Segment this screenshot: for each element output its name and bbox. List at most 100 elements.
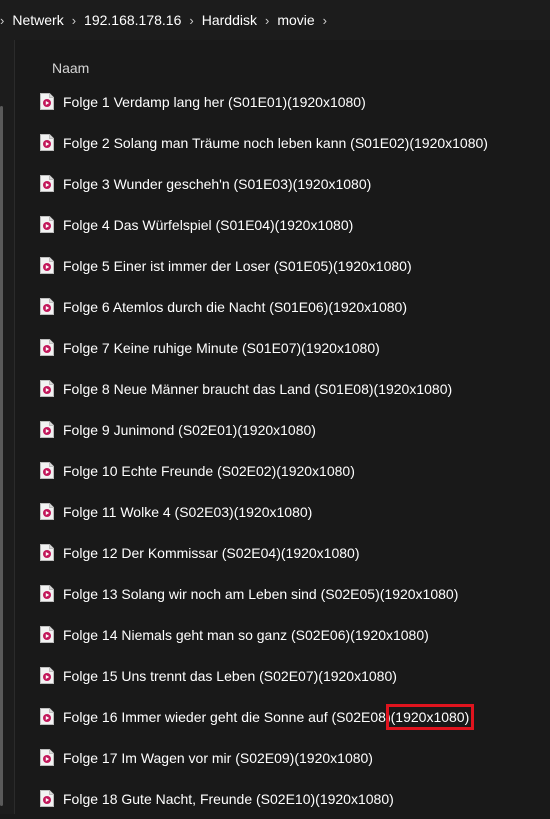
file-name: Folge 6 Atemlos durch die Nacht (S01E06)… <box>63 299 407 315</box>
file-title: Folge 14 Niemals geht man so ganz (S02E0… <box>63 626 351 643</box>
file-row[interactable]: Folge 8 Neue Männer braucht das Land (S0… <box>15 368 550 409</box>
file-title: Folge 18 Gute Nacht, Freunde (S02E10) <box>63 790 316 807</box>
file-title: Folge 16 Immer wieder geht die Sonne auf… <box>63 708 391 725</box>
file-name: Folge 5 Einer ist immer der Loser (S01E0… <box>63 258 412 274</box>
file-name: Folge 15 Uns trennt das Leben (S02E07)(1… <box>63 668 397 684</box>
file-resolution: (1920x1080) <box>318 667 397 684</box>
file-resolution: (1920x1080) <box>280 544 360 561</box>
file-title: Folge 5 Einer ist immer der Loser (S01E0… <box>63 257 333 274</box>
video-file-icon <box>40 93 54 110</box>
column-header-name[interactable]: Naam <box>52 60 89 76</box>
file-list: Folge 1 Verdamp lang her (S01E01)(1920x1… <box>15 81 550 819</box>
video-file-icon <box>40 216 54 233</box>
file-title: Folge 9 Junimond (S02E01) <box>63 421 238 438</box>
file-title: Folge 13 Solang wir noch am Leben sind (… <box>63 585 380 602</box>
breadcrumb-item-netwerk[interactable]: Netwerk <box>12 12 63 28</box>
video-file-icon <box>40 544 54 561</box>
file-title: Folge 8 Neue Männer braucht das Land (S0… <box>63 380 374 397</box>
file-resolution-highlighted: (1920x1080) <box>385 703 475 730</box>
video-file-icon <box>40 134 54 151</box>
video-file-icon <box>40 421 54 438</box>
file-resolution: (1920x1080) <box>373 380 453 397</box>
file-resolution: (1920x1080) <box>301 339 380 356</box>
video-file-icon <box>40 503 54 520</box>
video-file-icon <box>40 667 54 684</box>
file-name: Folge 7 Keine ruhige Minute (S01E07)(192… <box>63 340 380 356</box>
chevron-right-icon[interactable]: › <box>72 13 76 28</box>
navigation-pane <box>0 40 14 814</box>
file-title: Folge 10 Echte Freunde (S02E02) <box>63 462 277 479</box>
file-resolution: (1920x1080) <box>328 298 407 315</box>
file-row[interactable]: Folge 1 Verdamp lang her (S01E01)(1920x1… <box>15 81 550 122</box>
chevron-right-icon[interactable]: › <box>0 13 4 28</box>
file-title: Folge 15 Uns trennt das Leben (S02E07) <box>63 667 319 684</box>
video-file-icon <box>40 790 54 807</box>
breadcrumb-item-harddisk[interactable]: Harddisk <box>202 12 257 28</box>
file-name: Folge 18 Gute Nacht, Freunde (S02E10)(19… <box>63 791 394 807</box>
file-row[interactable]: Folge 7 Keine ruhige Minute (S01E07)(192… <box>15 327 550 368</box>
file-resolution: (1920x1080) <box>292 175 372 192</box>
file-resolution: (1920x1080) <box>233 503 313 520</box>
file-row[interactable]: Folge 9 Junimond (S02E01)(1920x1080) <box>15 409 550 450</box>
file-name: Folge 2 Solang man Träume noch leben kan… <box>63 135 488 151</box>
file-row[interactable]: Folge 10 Echte Freunde (S02E02)(1920x108… <box>15 450 550 491</box>
file-title: Folge 2 Solang man Träume noch leben kan… <box>63 134 410 151</box>
file-name: Folge 10 Echte Freunde (S02E02)(1920x108… <box>63 463 355 479</box>
file-title: Folge 17 Im Wagen vor mir (S02E09) <box>63 749 295 766</box>
file-name: Folge 16 Immer wieder geht die Sonne auf… <box>63 703 475 730</box>
file-row[interactable]: Folge 13 Solang wir noch am Leben sind (… <box>15 573 550 614</box>
file-name: Folge 3 Wunder gescheh'n (S01E03)(1920x1… <box>63 176 371 192</box>
file-row[interactable]: Folge 3 Wunder gescheh'n (S01E03)(1920x1… <box>15 163 550 204</box>
file-name: Folge 9 Junimond (S02E01)(1920x1080) <box>63 422 316 438</box>
file-resolution: (1920x1080) <box>379 585 459 602</box>
video-file-icon <box>40 749 54 766</box>
breadcrumb-item-ip[interactable]: 192.168.178.16 <box>84 12 181 28</box>
file-title: Folge 7 Keine ruhige Minute (S01E07) <box>63 339 302 356</box>
file-row[interactable]: Folge 16 Immer wieder geht die Sonne auf… <box>15 696 550 737</box>
file-row[interactable]: Folge 15 Uns trennt das Leben (S02E07)(1… <box>15 655 550 696</box>
video-file-icon <box>40 462 54 479</box>
file-resolution: (1920x1080) <box>294 749 373 766</box>
file-resolution: (1920x1080) <box>315 790 394 807</box>
file-title: Folge 12 Der Kommissar (S02E04) <box>63 544 281 561</box>
file-title: Folge 3 Wunder gescheh'n (S01E03) <box>63 175 293 192</box>
file-row[interactable]: Folge 11 Wolke 4 (S02E03)(1920x1080) <box>15 491 550 532</box>
file-resolution: (1920x1080) <box>237 421 316 438</box>
video-file-icon <box>40 708 54 725</box>
file-title: Folge 11 Wolke 4 (S02E03) <box>63 503 234 520</box>
chevron-right-icon[interactable]: › <box>265 13 269 28</box>
file-name: Folge 17 Im Wagen vor mir (S02E09)(1920x… <box>63 750 373 766</box>
video-file-icon <box>40 626 54 643</box>
file-name: Folge 8 Neue Männer braucht das Land (S0… <box>63 381 452 397</box>
file-resolution: (1920x1080) <box>287 93 366 110</box>
file-name: Folge 11 Wolke 4 (S02E03)(1920x1080) <box>63 504 312 520</box>
chevron-right-icon[interactable]: › <box>323 13 327 28</box>
chevron-right-icon[interactable]: › <box>189 13 193 28</box>
file-row[interactable]: Folge 14 Niemals geht man so ganz (S02E0… <box>15 614 550 655</box>
file-resolution: (1920x1080) <box>350 626 429 643</box>
video-file-icon <box>40 380 54 397</box>
file-row[interactable]: Folge 5 Einer ist immer der Loser (S01E0… <box>15 245 550 286</box>
file-row[interactable]: Folge 18 Gute Nacht, Freunde (S02E10)(19… <box>15 778 550 819</box>
breadcrumb: › Netwerk › 192.168.178.16 › Harddisk › … <box>0 0 550 40</box>
file-row[interactable]: Folge 12 Der Kommissar (S02E04)(1920x108… <box>15 532 550 573</box>
file-title: Folge 4 Das Würfelspiel (S01E04) <box>63 216 275 233</box>
file-row[interactable]: Folge 6 Atemlos durch die Nacht (S01E06)… <box>15 286 550 327</box>
file-title: Folge 6 Atemlos durch die Nacht (S01E06) <box>63 298 329 315</box>
video-file-icon <box>40 175 54 192</box>
video-file-icon <box>40 257 54 274</box>
file-row[interactable]: Folge 4 Das Würfelspiel (S01E04)(1920x10… <box>15 204 550 245</box>
file-title: Folge 1 Verdamp lang her (S01E01) <box>63 93 288 110</box>
file-name: Folge 12 Der Kommissar (S02E04)(1920x108… <box>63 545 360 561</box>
file-resolution: (1920x1080) <box>276 462 355 479</box>
file-row[interactable]: Folge 2 Solang man Träume noch leben kan… <box>15 122 550 163</box>
video-file-icon <box>40 339 54 356</box>
file-resolution: (1920x1080) <box>274 216 354 233</box>
file-list-view: Naam Folge 1 Verdamp lang her (S01E01)(1… <box>15 40 550 814</box>
navigation-scrollbar[interactable] <box>0 106 3 806</box>
file-row[interactable]: Folge 17 Im Wagen vor mir (S02E09)(1920x… <box>15 737 550 778</box>
file-name: Folge 14 Niemals geht man so ganz (S02E0… <box>63 627 429 643</box>
breadcrumb-item-movie[interactable]: movie <box>277 12 314 28</box>
video-file-icon <box>40 298 54 315</box>
file-resolution: (1920x1080) <box>333 257 412 274</box>
